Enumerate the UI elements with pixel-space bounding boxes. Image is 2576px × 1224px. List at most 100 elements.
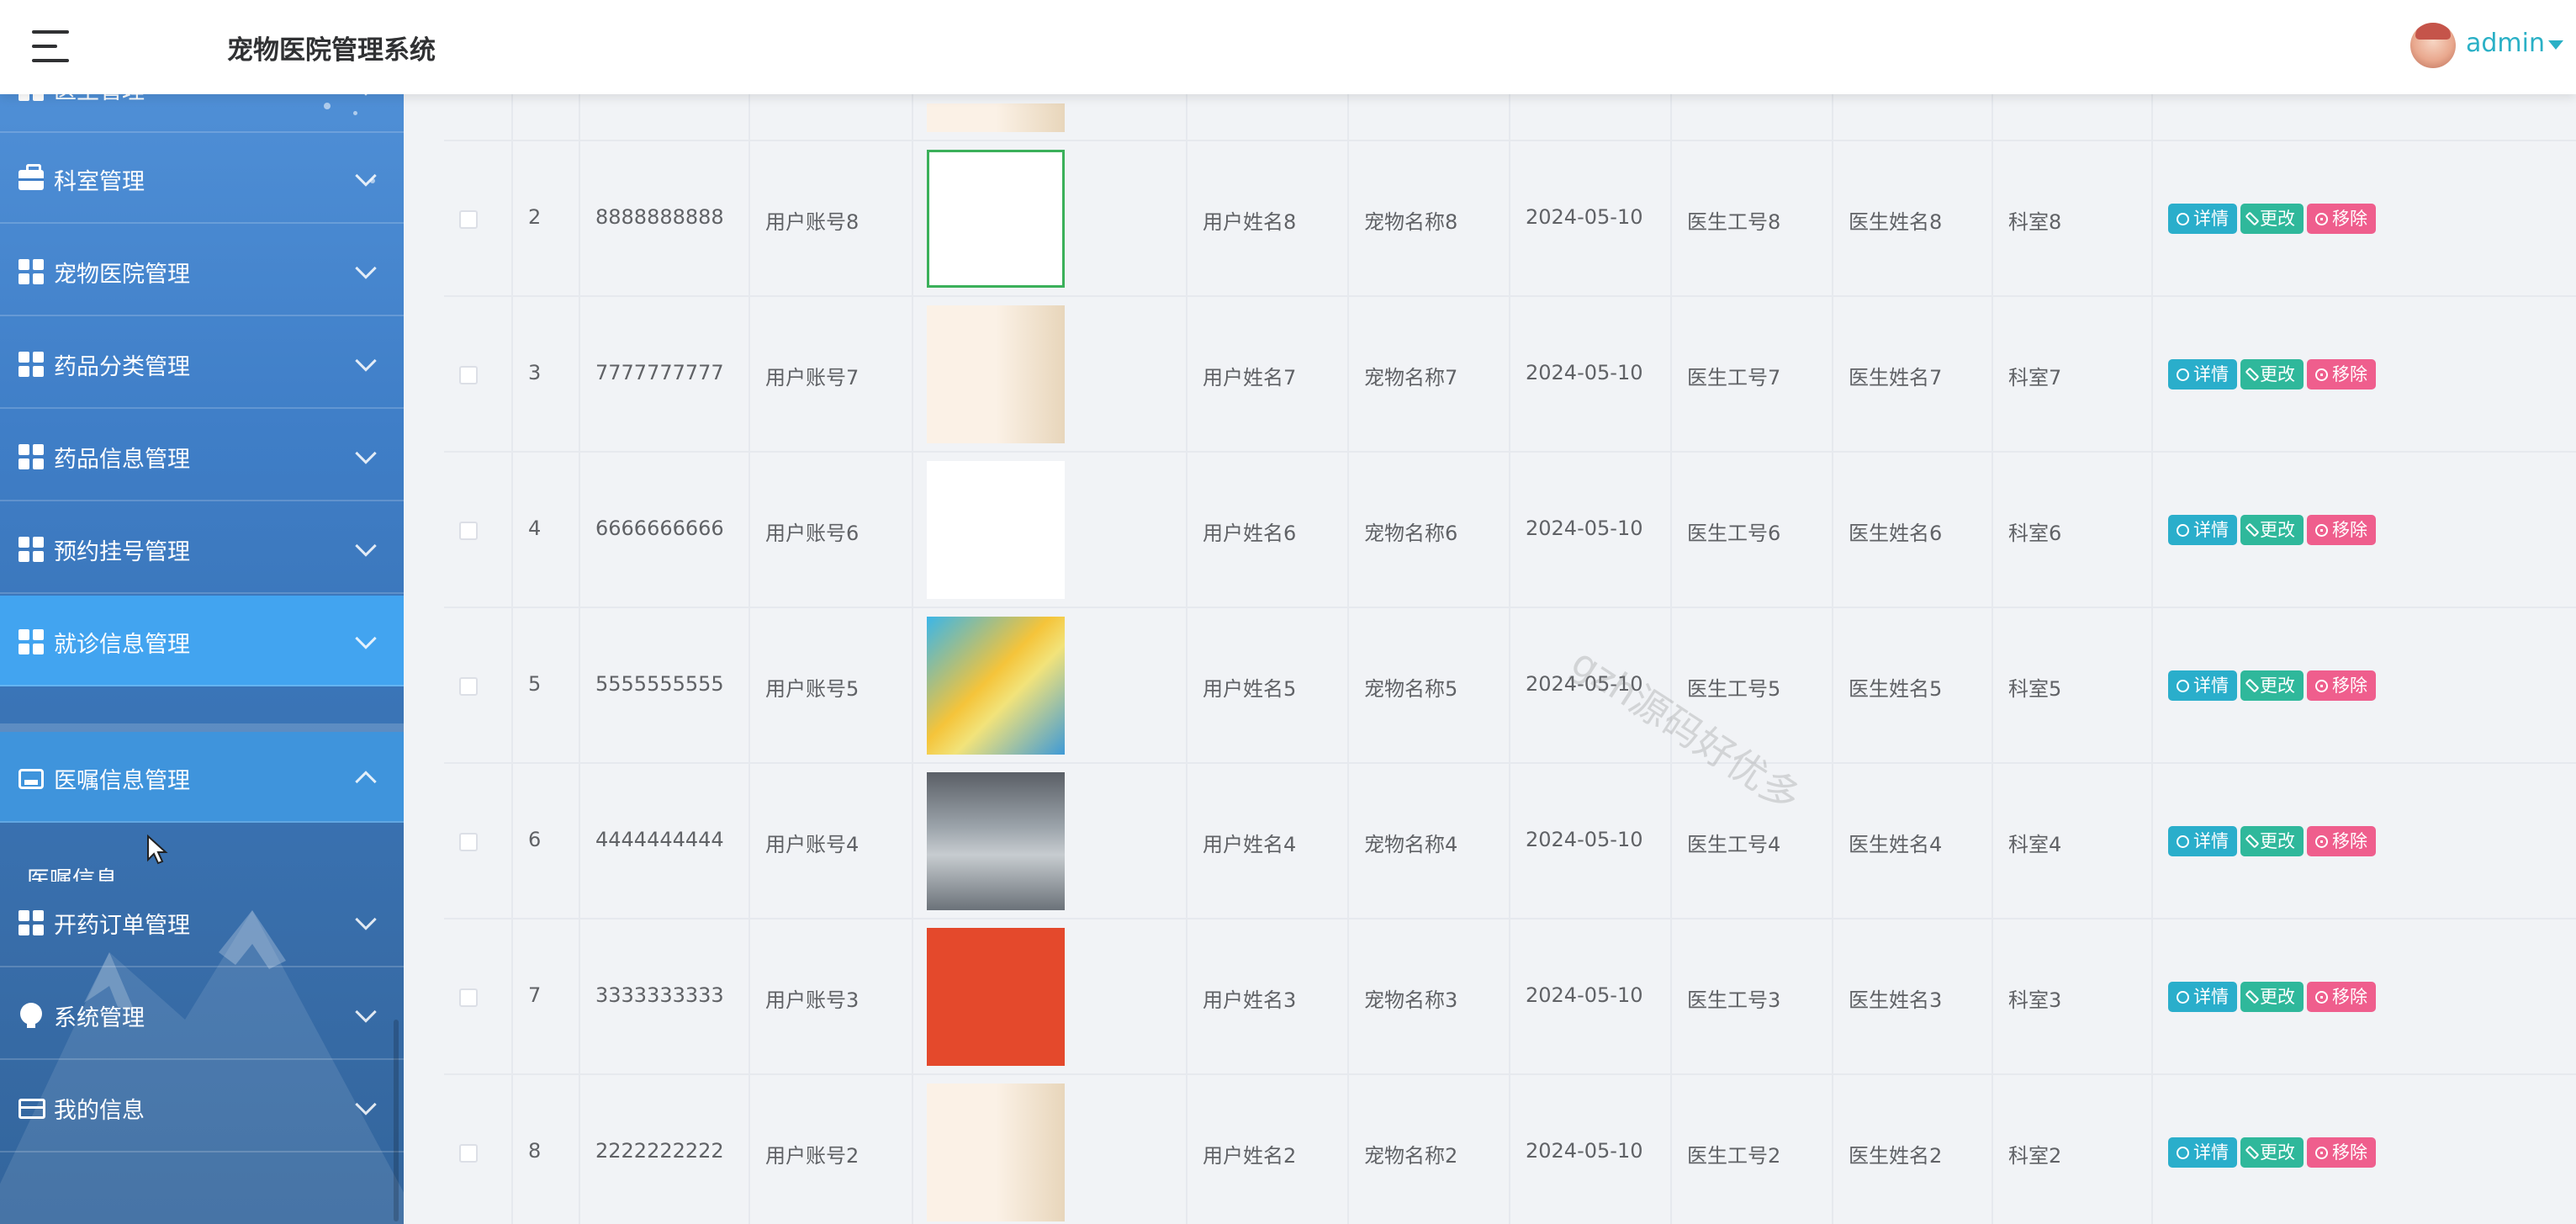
image-cell [913,919,1187,1075]
pet-hospital-image [927,772,1065,910]
department-cell: 科室2 [1993,1075,2153,1224]
menu-toggle-icon[interactable] [32,30,69,62]
remove-button[interactable]: 移除 [2307,982,2376,1012]
user-name-text: 用户姓名8 [1203,210,1297,234]
row-checkbox[interactable] [459,988,478,1007]
row-index-cell: 3 [513,297,580,453]
edit-button-label: 更改 [2260,987,2295,1007]
doctor-id-cell: 医生工号8 [1672,141,1833,297]
remove-button[interactable]: 移除 [2307,359,2376,389]
remove-circle-icon [2315,679,2328,692]
user-name-text: 用户姓名4 [1203,833,1297,856]
row-checkbox[interactable] [459,1144,478,1163]
phone-cell: 6666666666 [580,453,750,608]
detail-button[interactable]: 详情 [2168,670,2237,701]
chevron-down-icon [355,535,377,557]
phone-cell: 2222222222 [580,1075,750,1224]
doctor-name-cell: 医生姓名2 [1833,1075,1993,1224]
system-title: 宠物医院管理系统 [227,35,436,66]
sidebar-scrollbar[interactable] [394,1020,399,1221]
edit-button-label: 更改 [2260,520,2295,540]
row-checkbox[interactable] [459,833,478,851]
user-name-cell: 用户姓名2 [1187,1075,1349,1224]
edit-button[interactable]: 更改 [2240,826,2304,856]
sidebar-item-visit-info[interactable]: 就诊信息管理 [0,596,404,686]
remove-button-label: 移除 [2332,831,2367,851]
row-checkbox[interactable] [459,522,478,540]
sidebar-item-pet-hospital[interactable]: 宠物医院管理 [0,225,404,316]
user-account-text: 用户账号7 [765,366,860,389]
phone-text: 6666666666 [595,517,724,540]
caret-down-icon[interactable] [2548,40,2563,50]
doctor-name-text: 医生姓名2 [1849,1144,1943,1168]
sidebar-item-medical-order[interactable]: 医嘱信息管理 [0,732,404,823]
sidebar-item-department[interactable]: 科室管理 [0,133,404,224]
sidebar-item-prescription-order[interactable]: 开药订单管理 [0,877,404,967]
detail-button-label: 详情 [2193,676,2229,696]
edit-button[interactable]: 更改 [2240,1137,2304,1168]
phone-text: 5555555555 [595,672,724,696]
user-name-cell: 用户姓名7 [1187,297,1349,453]
sidebar-item-system[interactable]: 系统管理 [0,969,404,1060]
checkbox-cell [444,764,513,919]
user-avatar[interactable] [2410,23,2456,68]
edit-button[interactable]: 更改 [2240,359,2304,389]
row-index-text: 2 [528,205,542,229]
edit-button[interactable]: 更改 [2240,982,2304,1012]
user-name-text: 用户姓名6 [1203,522,1297,545]
chevron-down-icon [355,350,377,372]
user-menu[interactable]: admin [2466,29,2545,58]
department-text: 科室5 [2008,677,2062,701]
doctor-id-text: 医生工号2 [1687,1144,1781,1168]
department-cell: 科室3 [1993,919,2153,1075]
row-checkbox[interactable] [459,677,478,696]
row-checkbox[interactable] [459,366,478,384]
detail-button[interactable]: 详情 [2168,982,2237,1012]
sidebar-item-my-info[interactable]: 我的信息 [0,1062,404,1152]
remove-button[interactable]: 移除 [2307,670,2376,701]
phone-text: 2222222222 [595,1139,724,1163]
row-checkbox[interactable] [459,210,478,229]
phone-cell: 7777777777 [580,297,750,453]
user-name-text: 用户姓名2 [1203,1144,1297,1168]
remove-button[interactable]: 移除 [2307,826,2376,856]
user-name-cell: 用户姓名8 [1187,141,1349,297]
doctor-name-text: 医生姓名3 [1849,988,1943,1012]
remove-button-label: 移除 [2332,676,2367,696]
detail-button[interactable]: 详情 [2168,826,2237,856]
sidebar-item-appointment[interactable]: 预约挂号管理 [0,503,404,594]
table-row: 2 8888888888 用户账号8 用户姓名8 宠物名称8 2024-05-10 医生工号… [444,141,2576,297]
actions-cell: 详情 更改 移除 [2153,453,2576,608]
remove-button-label: 移除 [2332,987,2367,1007]
edit-button[interactable]: 更改 [2240,204,2304,234]
edit-button[interactable]: 更改 [2240,515,2304,545]
detail-button[interactable]: 详情 [2168,515,2237,545]
doctor-id-cell: 医生工号4 [1672,764,1833,919]
pet-name-text: 宠物名称6 [1364,522,1458,545]
doctor-id-cell: 医生工号7 [1672,297,1833,453]
search-icon [2177,679,2189,692]
grid-icon [19,537,44,562]
pencil-icon [2245,989,2260,1004]
search-icon [2177,212,2189,225]
doctor-name-cell: 医生姓名8 [1833,141,1993,297]
detail-button[interactable]: 详情 [2168,204,2237,234]
grid-icon [19,94,44,101]
row-index-cell: 2 [513,141,580,297]
user-account-cell: 用户账号6 [750,453,913,608]
detail-button[interactable]: 详情 [2168,1137,2237,1168]
sidebar-item-drug-info[interactable]: 药品信息管理 [0,411,404,501]
remove-button[interactable]: 移除 [2307,204,2376,234]
doctor-name-text: 医生姓名7 [1849,366,1943,389]
pet-name-cell: 宠物名称7 [1349,297,1510,453]
edit-button[interactable]: 更改 [2240,670,2304,701]
pet-name-text: 宠物名称7 [1364,366,1458,389]
sidebar-item-drug-category[interactable]: 药品分类管理 [0,318,404,409]
pet-name-text: 宠物名称5 [1364,677,1458,701]
remove-button[interactable]: 移除 [2307,1137,2376,1168]
remove-button[interactable]: 移除 [2307,515,2376,545]
detail-button[interactable]: 详情 [2168,359,2237,389]
search-icon [2177,368,2189,381]
user-account-cell: 用户账号3 [750,919,913,1075]
sidebar-item-doctor[interactable]: 医生管理 [0,94,404,133]
